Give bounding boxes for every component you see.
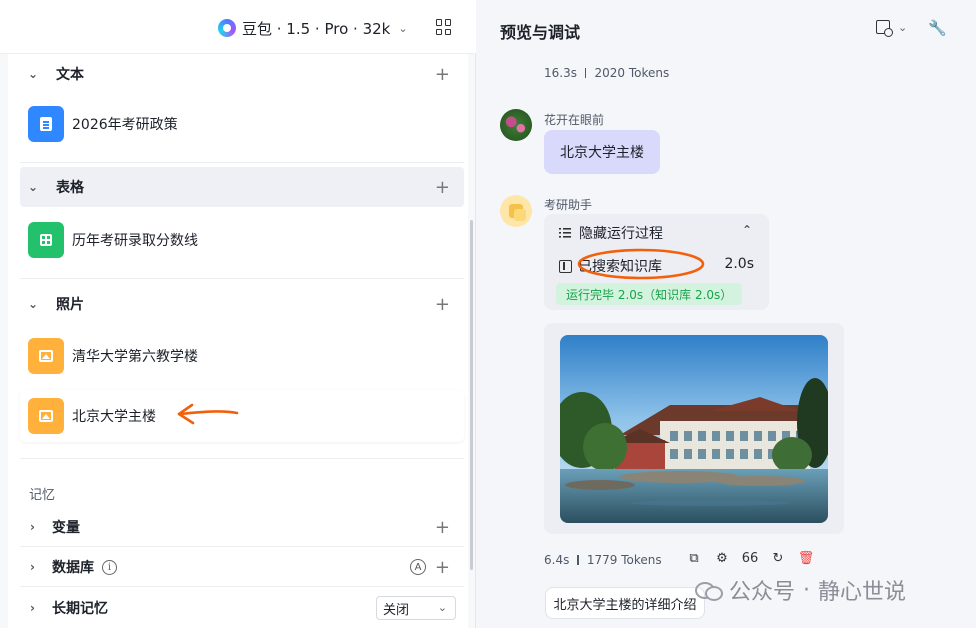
- list-icon: [559, 228, 571, 238]
- knowledge-item-label: 历年考研录取分数线: [72, 233, 198, 249]
- variables-row[interactable]: › 变量 +: [20, 508, 464, 546]
- divider: [20, 546, 464, 547]
- toggle-process-button[interactable]: 隐藏运行过程: [559, 223, 663, 243]
- add-icon[interactable]: +: [435, 64, 450, 85]
- divider: [20, 586, 464, 587]
- chevron-down-icon: ⌄: [28, 180, 39, 194]
- scrollbar[interactable]: [470, 220, 473, 570]
- left-top-bar: 豆包 · 1.5 · Pro · 32k ⌄: [0, 0, 476, 54]
- status-badge: 运行完毕 2.0s（知识库 2.0s）: [556, 283, 743, 305]
- image-icon: [28, 338, 64, 374]
- auto-icon[interactable]: A: [410, 559, 426, 575]
- knowledge-item[interactable]: 2026年考研政策: [20, 98, 464, 150]
- section-title: 照片: [56, 297, 84, 313]
- bot-name: 考研助手: [544, 198, 593, 212]
- knowledge-item[interactable]: 历年考研录取分数线: [20, 214, 464, 266]
- watermark-dot: ·: [803, 577, 811, 603]
- image-icon: [28, 398, 64, 434]
- campus-building-image[interactable]: [560, 335, 828, 523]
- table-icon: [28, 222, 64, 258]
- reply-time: 6.4s: [544, 553, 570, 567]
- wrench-icon[interactable]: 🔧: [928, 19, 947, 37]
- chevron-right-icon: ›: [30, 520, 35, 534]
- quote-icon[interactable]: 66: [742, 551, 759, 566]
- process-label: 隐藏运行过程: [579, 226, 663, 242]
- select-value: 关闭: [383, 602, 410, 618]
- separator: [577, 555, 579, 565]
- delete-icon[interactable]: 🗑: [798, 551, 815, 566]
- watermark-brand: 公众号: [729, 580, 796, 605]
- divider: [20, 162, 464, 163]
- wechat-icon: [695, 580, 723, 601]
- annotation-arrow: [177, 403, 239, 425]
- section-text-header[interactable]: ⌄ 文本 +: [20, 54, 464, 94]
- chevron-down-icon: ⌄: [437, 601, 447, 614]
- annotation-circle: [577, 248, 705, 280]
- agent-config-panel: 豆包 · 1.5 · Pro · 32k ⌄ ⌄ 文本 + 2026年考研政策 …: [0, 0, 476, 628]
- reply-actions: ⧉ ⚙ 66 ↻ 🗑: [686, 551, 814, 566]
- info-icon[interactable]: i: [102, 559, 117, 575]
- chevron-down-icon: ⌄: [28, 67, 39, 81]
- model-selector[interactable]: 豆包 · 1.5 · Pro · 32k ⌄: [218, 16, 408, 40]
- bot-avatar[interactable]: [500, 195, 532, 227]
- user-message-bubble: 北京大学主楼: [544, 130, 660, 174]
- variables-label: 变量: [52, 520, 80, 536]
- model-name: 豆包 · 1.5 · Pro · 32k: [242, 19, 391, 38]
- section-title: 表格: [56, 180, 84, 196]
- layout-grid-icon[interactable]: [436, 19, 452, 35]
- knowledge-item[interactable]: 清华大学第六教学楼: [20, 330, 464, 382]
- reply-meta: 6.4s 1779 Tokens: [544, 553, 662, 567]
- wrench-icon[interactable]: ⚙: [714, 551, 730, 566]
- chevron-down-icon: ⌄: [898, 20, 908, 34]
- preview-title: 预览与调试: [500, 23, 581, 42]
- add-icon[interactable]: +: [435, 517, 450, 538]
- reply-time: 16.3s: [544, 66, 577, 80]
- separator: [584, 68, 587, 78]
- section-title: 文本: [56, 67, 84, 83]
- run-process-card: 隐藏运行过程 ⌃ 已搜索知识库 2.0s 运行完毕 2.0s（知识库 2.0s）: [544, 214, 769, 310]
- knowledge-item-label: 2026年考研政策: [72, 117, 178, 133]
- add-icon[interactable]: +: [435, 557, 450, 578]
- database-row[interactable]: › 数据库 i A +: [20, 548, 464, 586]
- chevron-down-icon: ⌄: [398, 21, 408, 35]
- section-table-header[interactable]: ⌄ 表格 +: [20, 167, 464, 207]
- preview-panel: 预览与调试 ⌄ 🔧 16.3s 2020 Tokens 花开在眼前 北京大学主楼…: [477, 0, 976, 628]
- debug-options-button[interactable]: ⌄: [876, 20, 908, 37]
- document-icon: [28, 106, 64, 142]
- reply-tokens: 2020 Tokens: [594, 66, 670, 80]
- divider: [20, 458, 464, 459]
- chevron-up-icon[interactable]: ⌃: [742, 223, 752, 237]
- copy-icon[interactable]: ⧉: [686, 551, 702, 566]
- add-icon[interactable]: +: [435, 294, 450, 315]
- doubao-logo-icon: [218, 19, 236, 37]
- chevron-right-icon: ›: [30, 601, 35, 615]
- long-term-memory-row[interactable]: › 长期记忆 关闭 ⌄: [20, 589, 464, 627]
- long-term-memory-label: 长期记忆: [52, 601, 108, 617]
- user-avatar[interactable]: [500, 109, 532, 141]
- prev-reply-meta: 16.3s 2020 Tokens: [544, 66, 669, 80]
- section-photo-header[interactable]: ⌄ 照片 +: [20, 284, 464, 324]
- chevron-right-icon: ›: [30, 560, 35, 574]
- image-reply-card: [544, 323, 844, 534]
- long-term-memory-select[interactable]: 关闭 ⌄: [376, 596, 456, 620]
- database-label: 数据库: [52, 560, 94, 576]
- knowledge-base-icon: [559, 259, 572, 273]
- regenerate-icon[interactable]: ↻: [770, 551, 786, 566]
- step-time: 2.0s: [724, 256, 754, 272]
- memory-label: 记忆: [29, 488, 56, 503]
- watermark-author: 静心世说: [818, 580, 907, 605]
- user-name: 花开在眼前: [544, 113, 605, 127]
- add-icon[interactable]: +: [435, 177, 450, 198]
- knowledge-item-label: 清华大学第六教学楼: [72, 349, 198, 365]
- reply-tokens: 1779 Tokens: [586, 553, 662, 567]
- knowledge-item-label: 北京大学主楼: [72, 409, 156, 425]
- divider: [20, 278, 464, 279]
- suggestion-chip[interactable]: 北京大学主楼的详细介绍: [545, 587, 705, 619]
- chevron-down-icon: ⌄: [28, 297, 39, 311]
- settings-sheet-icon: [876, 20, 893, 37]
- knowledge-item-highlighted[interactable]: 北京大学主楼: [20, 390, 464, 442]
- watermark: 公众号 · 静心世说: [695, 574, 906, 606]
